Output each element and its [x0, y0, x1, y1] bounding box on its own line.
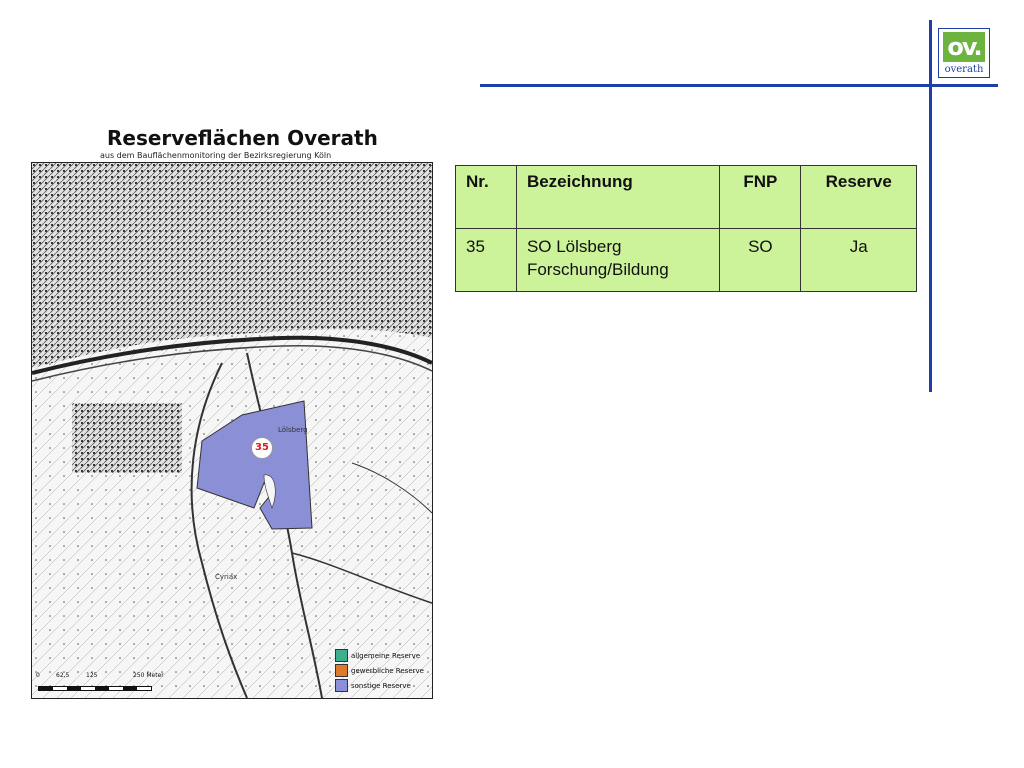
legend-item-gewerbliche: gewerbliche Reserve: [335, 663, 431, 678]
place-label-loelsberg: Lölsberg: [278, 426, 308, 434]
scale-tick-125: 125: [86, 672, 98, 679]
reserve-table: Nr. Bezeichnung FNP Reserve 35 SO Lölsbe…: [455, 165, 917, 292]
legend-swatch-allgemeine: [335, 649, 348, 662]
scale-tick-250: 250 Meter: [133, 672, 164, 679]
header-reserve: Reserve: [800, 165, 917, 229]
cell-bezeichnung-line2: Forschung/Bildung: [526, 260, 669, 279]
scale-bar-line: [38, 686, 152, 691]
cell-reserve: Ja: [800, 228, 917, 292]
logo-wordmark: overath: [944, 64, 984, 75]
table-header-row: Nr. Bezeichnung FNP Reserve: [455, 165, 917, 229]
scale-bar: 0 62,5 125 250 Meter: [36, 672, 176, 692]
header-nr: Nr.: [455, 165, 517, 229]
map-canvas: [32, 163, 432, 698]
map-frame: Lölsberg Cyriax: [31, 162, 433, 699]
overath-logo: ov. overath: [938, 28, 990, 78]
scale-tick-0: 0: [36, 672, 40, 679]
legend-item-allgemeine: allgemeine Reserve: [335, 648, 431, 663]
header-fnp: FNP: [719, 165, 802, 229]
header-rule-vertical: [929, 20, 932, 392]
cell-bezeichnung-line1: SO Lölsberg: [526, 237, 622, 256]
scale-tick-62: 62,5: [56, 672, 70, 679]
cell-nr: 35: [455, 228, 517, 292]
place-label-cyriax: Cyriax: [215, 573, 238, 581]
reserve-marker-35: 35: [251, 437, 273, 459]
legend-item-sonstige: sonstige Reserve: [335, 678, 431, 693]
legend-label: allgemeine Reserve: [351, 651, 421, 660]
logo-mark: ov.: [943, 32, 985, 62]
legend-label: sonstige Reserve: [351, 681, 411, 690]
cell-fnp: SO: [719, 228, 802, 292]
map-buildings-west: [72, 403, 182, 473]
header-rule-horizontal: [480, 84, 998, 87]
legend-swatch-sonstige: [335, 679, 348, 692]
map-title: Reserveflächen Overath: [107, 126, 378, 150]
legend-swatch-gewerbliche: [335, 664, 348, 677]
cell-bezeichnung: SO Lölsberg Forschung/Bildung: [515, 228, 721, 292]
map-subtitle: aus dem Bauflächenmonitoring der Bezirks…: [100, 151, 332, 160]
header-bezeichnung: Bezeichnung: [515, 165, 721, 229]
map-legend: allgemeine Reserve gewerbliche Reserve s…: [335, 648, 431, 693]
legend-label: gewerbliche Reserve: [351, 666, 424, 675]
table-row: 35 SO Lölsberg Forschung/Bildung SO Ja: [455, 228, 917, 292]
